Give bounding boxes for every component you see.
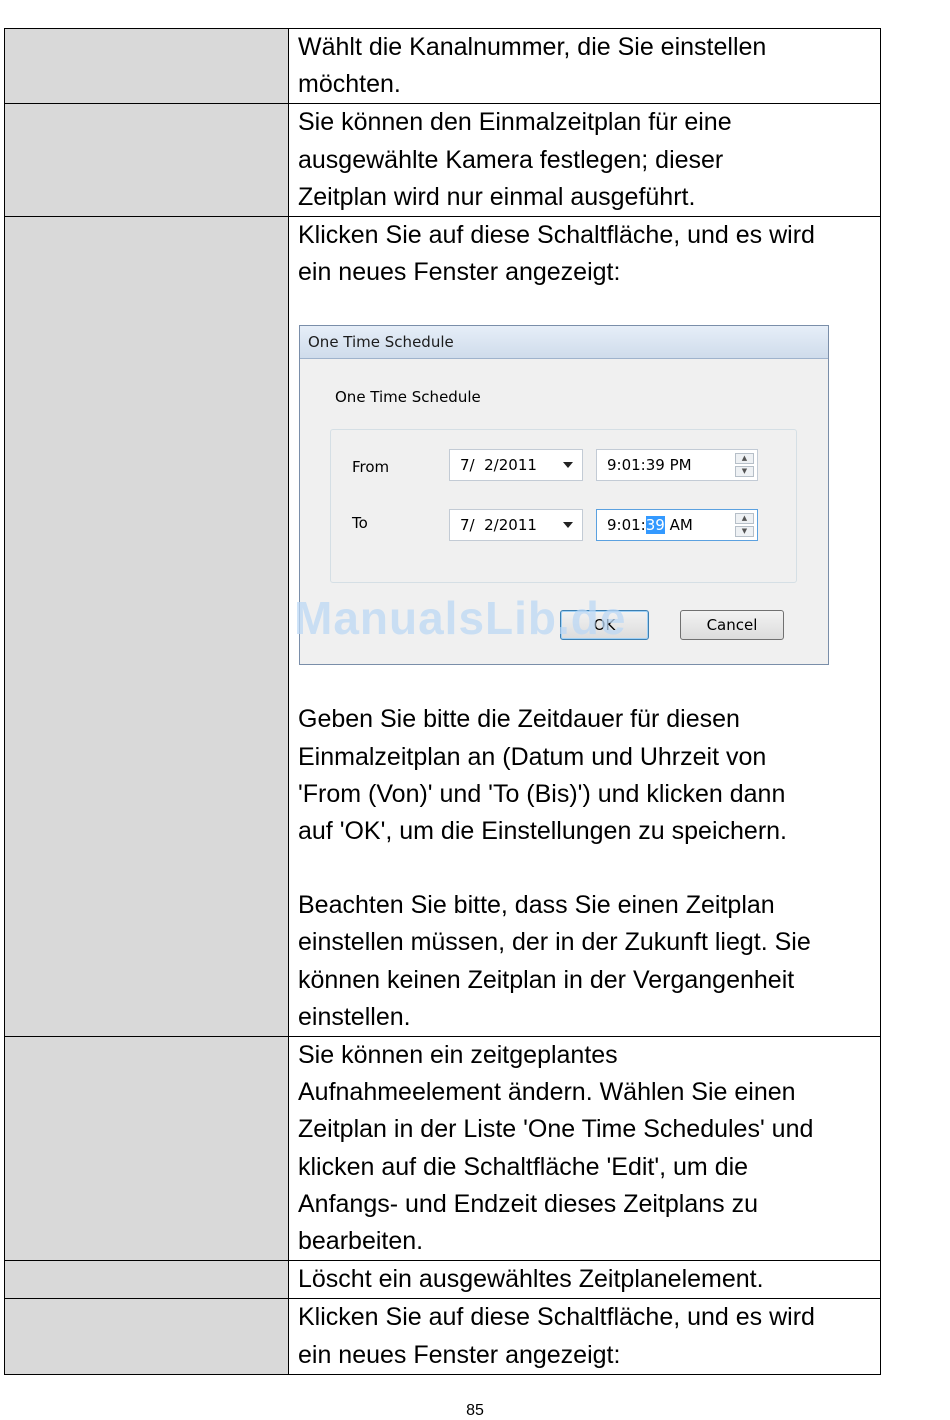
to-time-prefix: 9:01: (607, 516, 646, 535)
label-cell (4, 216, 289, 1038)
text-line: ausgewählte Kamera festlegen; dieser (298, 145, 724, 174)
table-row: Wählt die Kanalnummer, die Sie einstelle… (4, 27, 881, 105)
text-line: Zeitplan in der Liste 'One Time Schedule… (298, 1115, 814, 1144)
from-time-spinner[interactable]: ▲ ▼ (735, 453, 754, 478)
table-row: Sie können ein zeitgeplantes Aufnahmeele… (4, 1036, 881, 1262)
text-line: bearbeiten. (298, 1227, 424, 1256)
spin-down-icon[interactable]: ▼ (735, 466, 754, 478)
cancel-button[interactable]: Cancel (680, 610, 784, 641)
from-time-picker[interactable]: 9:01:39 PM ▲ ▼ (596, 449, 758, 482)
to-time-spinner[interactable]: ▲ ▼ (735, 513, 754, 538)
description-text: Wählt die Kanalnummer, die Sie einstelle… (289, 29, 880, 103)
description-cell: Sie können ein zeitgeplantes Aufnahmeele… (288, 1036, 881, 1262)
chevron-down-icon[interactable] (563, 522, 573, 529)
description-text: Klicken Sie auf diese Schaltfläche, und … (289, 217, 880, 291)
table-row: Klicken Sie auf diese Schaltfläche, und … (4, 216, 881, 1038)
description-cell: Klicken Sie auf diese Schaltfläche, und … (288, 216, 881, 1038)
text-line: einstellen. (298, 1002, 411, 1031)
text-line: Löscht ein ausgewähltes Zeitplanelement. (298, 1265, 764, 1294)
description-cell: Sie können den Einmalzeitplan für eine a… (288, 103, 881, 218)
dialog-screenshot: One Time Schedule One Time Schedule From… (289, 291, 880, 701)
description-cell: Löscht ein ausgewähltes Zeitplanelement. (288, 1260, 881, 1300)
from-label: From (352, 458, 390, 477)
text-line: Einmalzeitplan an (Datum und Uhrzeit von (298, 742, 767, 771)
dialog-title: One Time Schedule (300, 326, 828, 360)
label-cell (4, 1036, 289, 1262)
dialog-heading: One Time Schedule (335, 388, 481, 407)
text-line: möchten. (298, 70, 401, 99)
spin-up-icon[interactable]: ▲ (735, 453, 754, 465)
text-line: Klicken Sie auf diese Schaltfläche, und … (298, 221, 815, 250)
table-row: Sie können den Einmalzeitplan für eine a… (4, 103, 881, 218)
text-line: Anfangs- und Endzeit dieses Zeitplans zu (298, 1189, 758, 1218)
text-line: ein neues Fenster angezeigt: (298, 258, 621, 287)
table-row: Klicken Sie auf diese Schaltfläche, und … (4, 1298, 881, 1375)
description-text: Sie können ein zeitgeplantes Aufnahmeele… (289, 1037, 880, 1260)
text-line: 'From (Von)' und 'To (Bis)') und klicken… (298, 779, 786, 808)
table-row: Löscht ein ausgewähltes Zeitplanelement. (4, 1260, 881, 1300)
description-cell: Wählt die Kanalnummer, die Sie einstelle… (288, 27, 881, 105)
schedule-group-box: From 7/ 2/2011 9:01:39 PM ▲ ▼ To 7/ 2/20… (330, 429, 797, 584)
description-text: Geben Sie bitte die Zeitdauer für diesen… (289, 701, 880, 1036)
to-date-value: 7/ 2/2011 (460, 516, 537, 535)
text-line: Zeitplan wird nur einmal ausgeführt. (298, 182, 696, 211)
description-text: Löscht ein ausgewähltes Zeitplanelement. (289, 1261, 880, 1298)
from-date-picker[interactable]: 7/ 2/2011 (449, 449, 583, 482)
from-date-value: 7/ 2/2011 (460, 456, 537, 475)
text-line: ein neues Fenster angezeigt: (298, 1340, 621, 1369)
to-time-picker[interactable]: 9:01:39 AM ▲ ▼ (596, 509, 758, 542)
text-line: Klicken Sie auf diese Schaltfläche, und … (298, 1303, 815, 1332)
text-line: klicken auf die Schaltfläche 'Edit', um … (298, 1152, 749, 1181)
from-time-value: 9:01:39 PM (607, 456, 692, 475)
content-table: Wählt die Kanalnummer, die Sie einstelle… (4, 27, 881, 1375)
spin-down-icon[interactable]: ▼ (735, 526, 754, 538)
text-line: können keinen Zeitplan in der Vergangenh… (298, 965, 795, 994)
text-line: auf 'OK', um die Einstellungen zu speich… (298, 817, 787, 846)
label-cell (4, 27, 289, 105)
page-number: 85 (466, 1402, 484, 1419)
text-line: Geben Sie bitte die Zeitdauer für diesen (298, 705, 740, 734)
watermark: ManualsLib.de (294, 592, 627, 645)
text-line: Sie können ein zeitgeplantes (298, 1041, 618, 1070)
text-line: Aufnahmeelement ändern. Wählen Sie einen (298, 1078, 796, 1107)
to-date-picker[interactable]: 7/ 2/2011 (449, 509, 583, 542)
description-text: Sie können den Einmalzeitplan für eine a… (289, 104, 880, 216)
label-cell (4, 1298, 289, 1375)
chevron-down-icon[interactable] (563, 462, 573, 469)
description-text: Klicken Sie auf diese Schaltfläche, und … (289, 1299, 880, 1373)
to-time-selected-seconds[interactable]: 39 (645, 516, 665, 535)
spin-up-icon[interactable]: ▲ (735, 513, 754, 525)
description-cell: Klicken Sie auf diese Schaltfläche, und … (288, 1298, 881, 1375)
text-line: Wählt die Kanalnummer, die Sie einstelle… (298, 33, 767, 61)
text-line: Beachten Sie bitte, dass Sie einen Zeitp… (298, 891, 775, 920)
label-cell (4, 1260, 289, 1300)
text-line: Sie können den Einmalzeitplan für eine (298, 108, 732, 137)
to-label: To (352, 514, 368, 533)
label-cell (4, 103, 289, 218)
text-line: einstellen müssen, der in der Zukunft li… (298, 928, 811, 957)
to-time-suffix: AM (664, 516, 693, 535)
